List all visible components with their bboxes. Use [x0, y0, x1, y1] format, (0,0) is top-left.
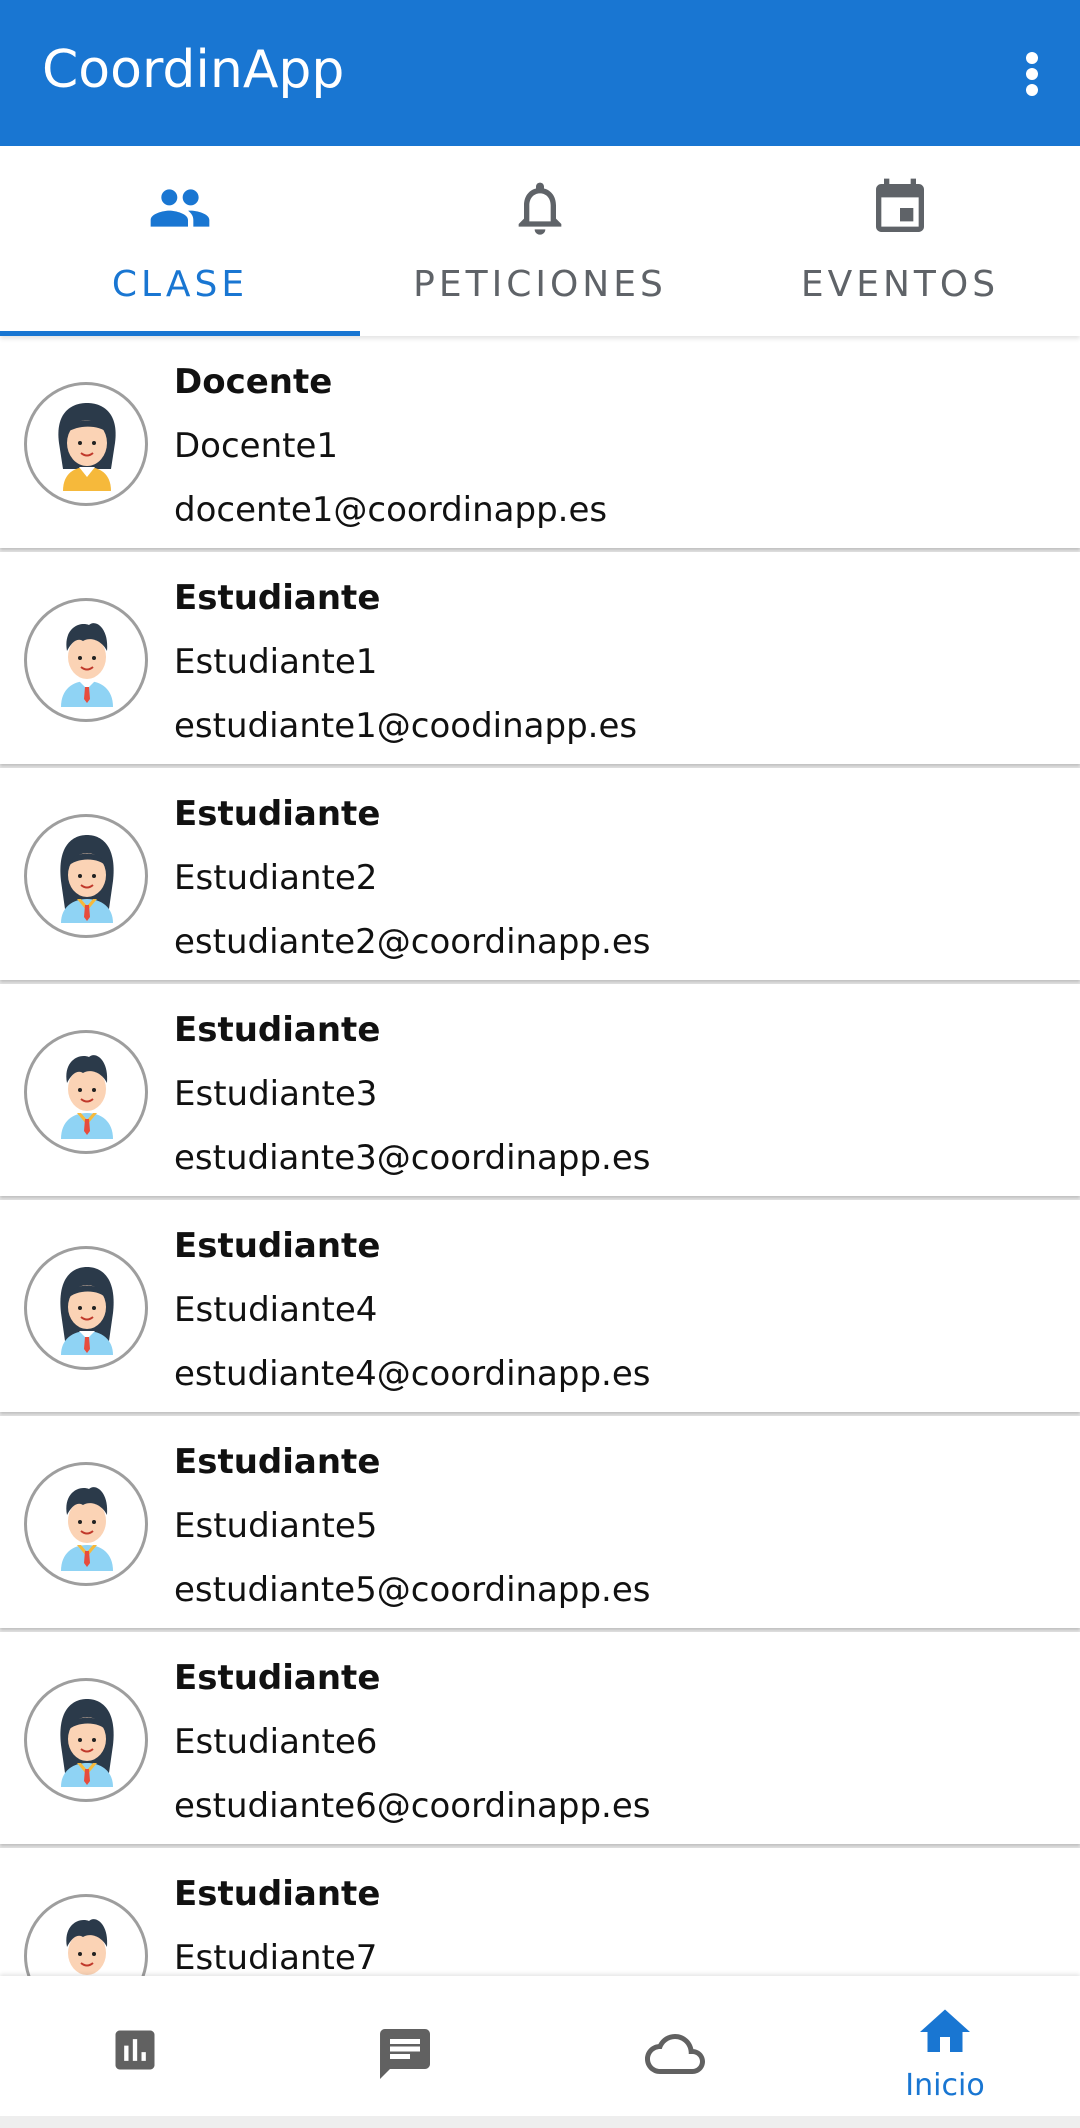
student-boy-avatar: [24, 598, 148, 722]
student-boy-avatar: [24, 1462, 148, 1586]
tab-label: PETICIONES: [413, 264, 667, 305]
member-card[interactable]: Estudiante Estudiante2 estudiante2@coord…: [0, 768, 1080, 980]
member-email: estudiante1@coodinapp.es: [174, 706, 638, 746]
member-role: Estudiante: [174, 794, 381, 834]
student-boy-avatar-image: [61, 1487, 113, 1571]
tab-clase[interactable]: CLASE: [0, 146, 360, 336]
member-card[interactable]: Estudiante Estudiante1 estudiante1@coodi…: [0, 552, 1080, 764]
student-boy-avatar-image: [61, 1055, 113, 1139]
member-email: estudiante6@coordinapp.es: [174, 1786, 651, 1826]
student-girl-avatar: [24, 814, 148, 938]
member-card[interactable]: Estudiante Estudiante7: [0, 1848, 1080, 1976]
bottom-navigation: Inicio: [0, 1976, 1080, 2128]
member-role: Docente: [174, 362, 333, 402]
active-tab-indicator: [0, 331, 360, 336]
student-girl-avatar-image: [60, 835, 114, 923]
tab-label: CLASE: [111, 264, 249, 305]
member-role: Estudiante: [174, 1874, 381, 1914]
student-boy-avatar-image: [66, 1919, 108, 1975]
student-girl-avatar: [24, 1678, 148, 1802]
app-bar: CoordinApp: [0, 0, 1080, 146]
tab-peticiones[interactable]: PETICIONES: [360, 146, 720, 336]
member-name: Estudiante5: [174, 1506, 378, 1546]
people-icon: [150, 189, 210, 227]
student-boy-avatar-image: [61, 623, 113, 707]
tab-label: EVENTOS: [800, 264, 1000, 305]
cloud-icon: [645, 2034, 705, 2074]
member-email: estudiante2@coordinapp.es: [174, 922, 651, 962]
member-role: Estudiante: [174, 1010, 381, 1050]
nav-stats-button[interactable]: [0, 1976, 270, 2116]
member-role: Estudiante: [174, 1442, 381, 1482]
member-name: Estudiante3: [174, 1074, 378, 1114]
tab-eventos[interactable]: EVENTOS: [720, 146, 1080, 336]
member-card[interactable]: Estudiante Estudiante6 estudiante6@coord…: [0, 1632, 1080, 1844]
chat-icon: [380, 2029, 430, 2079]
more-vert-icon-dot: [1026, 68, 1038, 80]
nav-chat-button[interactable]: [270, 1976, 540, 2116]
calendar-icon: [876, 178, 924, 232]
member-card[interactable]: Estudiante Estudiante3 estudiante3@coord…: [0, 984, 1080, 1196]
student-girl-avatar-image: [60, 1699, 114, 1787]
member-name: Estudiante7: [174, 1938, 378, 1976]
student-boy-avatar: [24, 1894, 148, 1976]
bell-icon: [518, 182, 562, 235]
member-email: estudiante3@coordinapp.es: [174, 1138, 651, 1178]
student-boy-avatar: [24, 1030, 148, 1154]
member-card[interactable]: Estudiante Estudiante5 estudiante5@coord…: [0, 1416, 1080, 1628]
more-options-button[interactable]: [992, 34, 1072, 114]
member-email: estudiante4@coordinapp.es: [174, 1354, 651, 1394]
more-vert-icon-dot: [1026, 84, 1038, 96]
app-title: CoordinApp: [42, 40, 345, 100]
member-card[interactable]: Docente Docente1 docente1@coordinapp.es: [0, 336, 1080, 548]
member-name: Estudiante2: [174, 858, 378, 898]
member-role: Estudiante: [174, 1658, 381, 1698]
member-role: Estudiante: [174, 1226, 381, 1266]
bar-chart-icon: [115, 2030, 155, 2070]
class-member-list[interactable]: Docente Docente1 docente1@coordinapp.es …: [0, 336, 1080, 1976]
home-icon: [920, 2009, 970, 2052]
member-name: Estudiante4: [174, 1290, 378, 1330]
student-girl-avatar-image: [60, 1267, 114, 1355]
member-email: estudiante5@coordinapp.es: [174, 1570, 651, 1610]
tab-bar: CLASE PETICIONES EVENTOS: [0, 146, 1080, 336]
member-name: Estudiante6: [174, 1722, 378, 1762]
member-card[interactable]: Estudiante Estudiante4 estudiante4@coord…: [0, 1200, 1080, 1412]
nav-cloud-button[interactable]: [540, 1976, 810, 2116]
member-role: Estudiante: [174, 578, 381, 618]
nav-home-button[interactable]: Inicio: [810, 1976, 1080, 2116]
member-email: docente1@coordinapp.es: [174, 490, 608, 530]
member-name: Estudiante1: [174, 642, 378, 682]
system-nav-edge: [0, 2116, 1080, 2128]
nav-home-label: Inicio: [905, 2068, 985, 2103]
teacher-avatar-image: [58, 403, 116, 491]
more-vert-icon: [1026, 52, 1038, 64]
member-name: Docente1: [174, 426, 339, 466]
teacher-avatar: [24, 382, 148, 506]
student-girl-avatar: [24, 1246, 148, 1370]
